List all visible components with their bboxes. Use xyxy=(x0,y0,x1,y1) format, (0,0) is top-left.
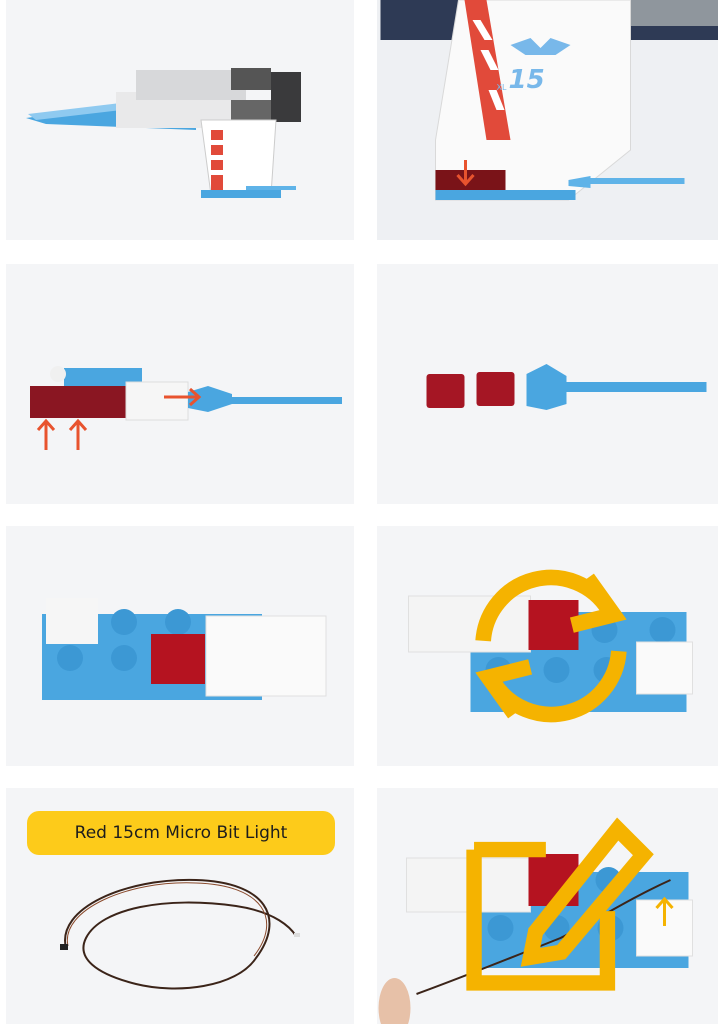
step-image-install-light xyxy=(377,788,718,1024)
step-image-rotated-view xyxy=(377,526,718,766)
wing-closeup-illustration: 15 XL xyxy=(380,0,718,201)
rotate-arrows-icon xyxy=(475,569,627,723)
cable-illustration xyxy=(60,878,300,990)
ship-illustration xyxy=(26,68,301,198)
decal-number: 15 xyxy=(509,65,545,95)
decal-prefix: XL xyxy=(497,83,507,92)
red-arrow-icon xyxy=(36,418,56,450)
plate-red-tile-illustration xyxy=(42,598,327,700)
step-image-plate-red-tile xyxy=(6,526,354,766)
step-image-wing-closeup: 15 XL xyxy=(377,0,718,240)
step-image-loose-parts xyxy=(377,264,718,504)
loose-parts-illustration xyxy=(426,364,707,410)
step-image-tiles-arrows xyxy=(6,264,354,504)
red-arrow-icon xyxy=(68,418,88,450)
step-image-micro-bit-light: Red 15cm Micro Bit Light xyxy=(6,788,354,1024)
step-image-ship-side xyxy=(6,0,354,240)
edit-pencil-icon xyxy=(466,817,654,991)
tiles-arrows-illustration xyxy=(30,366,342,450)
